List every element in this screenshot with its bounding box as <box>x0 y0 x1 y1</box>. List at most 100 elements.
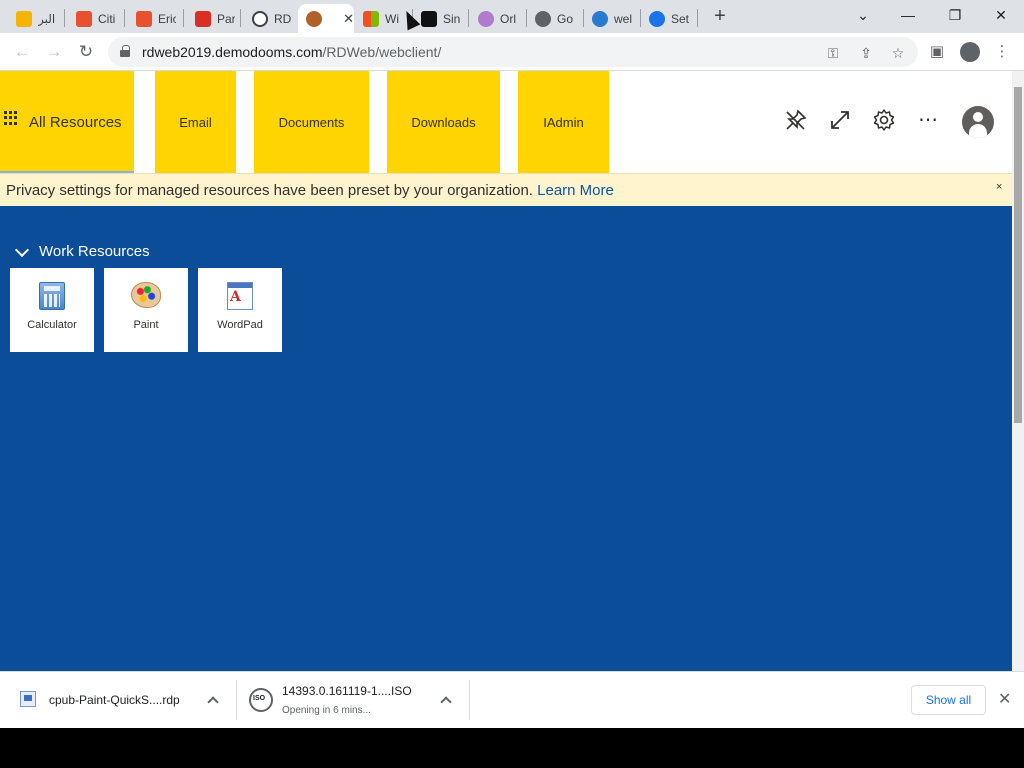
browser-tab[interactable]: Go <box>527 4 575 33</box>
profile-icon[interactable] <box>960 42 980 62</box>
back-button[interactable]: ← <box>10 41 34 63</box>
tab-title: wel <box>614 11 632 26</box>
download-filename: 14393.0.161119-1....ISO <box>282 684 412 698</box>
section-title: Work Resources <box>39 243 150 260</box>
tab-title: البر <box>38 11 56 26</box>
avatar-icon[interactable] <box>962 106 994 138</box>
tab-all-resources[interactable]: All Resources <box>0 71 134 173</box>
star-icon[interactable]: ☆ <box>889 44 907 62</box>
side-panel-icon[interactable]: ▣ <box>927 42 947 62</box>
tab-favicon-icon <box>421 10 437 27</box>
download-status: Opening in 6 mins... <box>282 705 371 716</box>
url-host: rdweb2019.demodooms.com <box>142 44 323 60</box>
chevron-down-icon <box>14 242 30 257</box>
chevron-up-icon[interactable] <box>440 696 452 708</box>
tab-email[interactable]: Email <box>155 71 236 173</box>
browser-toolbar: ← → ↻ rdweb2019.demodooms.com/RDWeb/webc… <box>0 33 1024 71</box>
browser-tab[interactable]: البر <box>8 4 56 33</box>
iso-file-icon <box>249 688 273 712</box>
calculator-icon <box>39 282 65 310</box>
screen-bottom-bar <box>0 728 1024 768</box>
show-all-button[interactable]: Show all <box>911 685 986 715</box>
tab-favicon-icon <box>136 10 152 27</box>
restore-button[interactable]: ❐ <box>940 4 970 26</box>
download-shelf: cpub-Paint-QuickS....rdp 14393.0.161119-… <box>0 671 1024 728</box>
tab-iadmin[interactable]: IAdmin <box>518 71 609 173</box>
tab-favicon-icon <box>478 10 494 27</box>
unpin-icon[interactable] <box>783 107 809 133</box>
tab-favicon-icon <box>195 10 211 27</box>
page-scrollbar[interactable] <box>1012 71 1024 671</box>
tab-favicon-icon <box>306 10 322 27</box>
tab-search-button[interactable]: ⌄ <box>848 4 878 26</box>
fullscreen-icon[interactable] <box>827 107 853 133</box>
browser-tab[interactable]: Citi <box>68 4 116 33</box>
share-icon[interactable]: ⇪ <box>857 44 875 62</box>
tab-title: Citi <box>98 11 116 26</box>
new-tab-button[interactable]: + <box>710 5 730 29</box>
work-resources-header[interactable]: Work Resources <box>14 242 150 260</box>
tab-downloads[interactable]: Downloads <box>387 71 500 173</box>
settings-icon[interactable] <box>871 107 897 133</box>
rd-web-client: All Resources Email Documents Downloads … <box>0 71 1012 671</box>
tab-title: Sin <box>443 11 461 26</box>
scrollbar-thumb[interactable] <box>1014 87 1022 423</box>
tab-documents[interactable]: Documents <box>254 71 369 173</box>
browser-tab[interactable]: Set <box>641 4 689 33</box>
tab-favicon-icon <box>16 10 32 27</box>
tab-title: Par <box>217 11 235 26</box>
banner-text: Privacy settings for managed resources h… <box>6 182 533 199</box>
download-item[interactable]: 14393.0.161119-1....ISO Opening in 6 min… <box>0 672 470 729</box>
banner-message: Privacy settings for managed resources h… <box>6 182 614 199</box>
lock-icon <box>120 45 130 57</box>
browser-tab[interactable]: Orl <box>470 4 518 33</box>
app-tile-paint[interactable]: Paint <box>104 268 188 352</box>
tab-label: All Resources <box>29 113 122 131</box>
app-label: Paint <box>133 319 159 331</box>
tab-label: IAdmin <box>543 114 584 130</box>
banner-close-icon[interactable]: × <box>996 181 1002 193</box>
tab-favicon-icon <box>649 10 665 27</box>
browser-tab[interactable]: RD <box>244 4 292 33</box>
rd-header-bar: All Resources Email Documents Downloads … <box>0 71 1012 173</box>
tab-label: Email <box>179 114 212 130</box>
privacy-banner: Privacy settings for managed resources h… <box>0 173 1012 206</box>
app-launcher-grid-icon <box>4 111 18 125</box>
app-label: WordPad <box>217 319 263 331</box>
tab-title: Eric <box>158 11 176 26</box>
browser-tab[interactable]: wel <box>584 4 632 33</box>
app-tile-calculator[interactable]: Calculator <box>10 268 94 352</box>
tab-favicon-icon <box>363 10 379 27</box>
minimize-button[interactable]: — <box>893 4 923 26</box>
tab-title: Set <box>671 11 689 26</box>
tab-favicon-icon <box>76 10 92 27</box>
browser-tab-active[interactable]: ✕ <box>298 4 354 33</box>
browser-tab[interactable]: Eric <box>128 4 176 33</box>
reload-button[interactable]: ↻ <box>74 41 98 63</box>
close-tab-icon[interactable]: ✕ <box>343 11 354 27</box>
url-text[interactable]: rdweb2019.demodooms.com/RDWeb/webclient/ <box>142 44 441 60</box>
tab-favicon-icon <box>535 10 551 27</box>
more-options-icon[interactable]: ⋯ <box>915 107 941 133</box>
app-label: Calculator <box>27 319 77 331</box>
close-shelf-icon[interactable]: ✕ <box>998 689 1011 709</box>
tab-label: Downloads <box>411 114 476 130</box>
browser-tab[interactable]: Par <box>187 4 235 33</box>
menu-icon[interactable]: ⋮ <box>992 42 1012 62</box>
forward-button[interactable]: → <box>42 41 66 63</box>
browser-tab-strip: البر Citi Eric Par RD ✕ Wi Sin Orl Go we… <box>0 0 1024 33</box>
address-bar[interactable]: rdweb2019.demodooms.com/RDWeb/webclient/… <box>108 37 918 67</box>
close-window-button[interactable]: ✕ <box>986 4 1016 26</box>
key-icon[interactable]: ⚿ <box>824 44 842 62</box>
tab-title: Go <box>557 11 574 26</box>
paint-palette-icon <box>131 282 161 308</box>
browser-tab[interactable]: Wi <box>355 4 403 33</box>
app-tile-wordpad[interactable]: WordPad <box>198 268 282 352</box>
tab-title: RD <box>274 11 292 26</box>
tab-label: Documents <box>278 114 345 130</box>
tab-favicon-icon <box>252 10 268 27</box>
learn-more-link[interactable]: Learn More <box>537 182 614 199</box>
browser-tab[interactable]: Sin <box>413 4 461 33</box>
tab-favicon-icon <box>592 10 608 27</box>
tab-title: Orl <box>500 11 516 26</box>
